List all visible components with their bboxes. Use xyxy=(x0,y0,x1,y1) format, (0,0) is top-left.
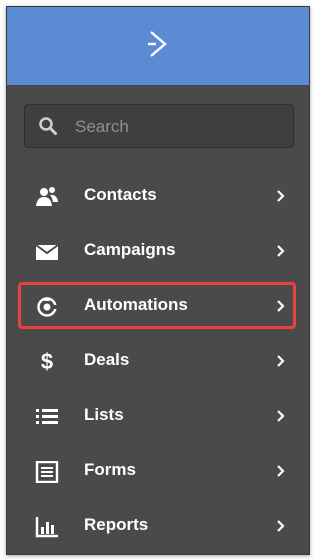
envelope-icon xyxy=(35,241,59,263)
search-input[interactable] xyxy=(73,113,287,141)
list-icon xyxy=(35,406,59,428)
chevron-right-icon xyxy=(276,299,286,313)
sidebar-item-label: Forms xyxy=(84,460,136,479)
sidebar-item-forms[interactable]: Forms xyxy=(7,444,309,499)
contacts-icon xyxy=(35,186,59,208)
form-icon xyxy=(35,461,59,483)
sidebar-item-contacts[interactable]: Contacts xyxy=(7,169,309,224)
search-box[interactable] xyxy=(24,104,294,148)
bar-chart-icon xyxy=(35,516,59,538)
sidebar-item-label: Contacts xyxy=(84,185,157,204)
sidebar-item-campaigns[interactable]: Campaigns xyxy=(7,224,309,279)
chevron-right-icon xyxy=(276,189,286,203)
search-icon xyxy=(38,116,58,136)
sidebar-nav: Contacts Campaigns Automations $ Deals L… xyxy=(7,169,309,554)
activecampaign-chevron-icon[interactable] xyxy=(145,29,171,64)
chevron-right-icon xyxy=(276,244,286,258)
chevron-right-icon xyxy=(276,409,286,423)
sidebar-item-label: Deals xyxy=(84,350,130,369)
sidebar-item-automations[interactable]: Automations xyxy=(7,279,309,334)
chevron-right-icon xyxy=(276,464,286,478)
sidebar-item-deals[interactable]: $ Deals xyxy=(7,334,309,389)
brand-header xyxy=(7,7,309,85)
chevron-right-icon xyxy=(276,354,286,368)
sidebar-item-reports[interactable]: Reports xyxy=(7,499,309,554)
sidebar-item-label: Campaigns xyxy=(84,240,176,259)
chevron-right-icon xyxy=(276,519,286,533)
sidebar-item-label: Lists xyxy=(84,405,124,424)
sidebar-item-lists[interactable]: Lists xyxy=(7,389,309,444)
sidebar-item-label: Automations xyxy=(84,295,188,314)
sidebar-panel: Contacts Campaigns xyxy=(6,6,310,555)
dollar-icon: $ xyxy=(40,349,54,374)
sidebar-item-label: Reports xyxy=(84,515,149,534)
automations-icon xyxy=(35,296,59,318)
